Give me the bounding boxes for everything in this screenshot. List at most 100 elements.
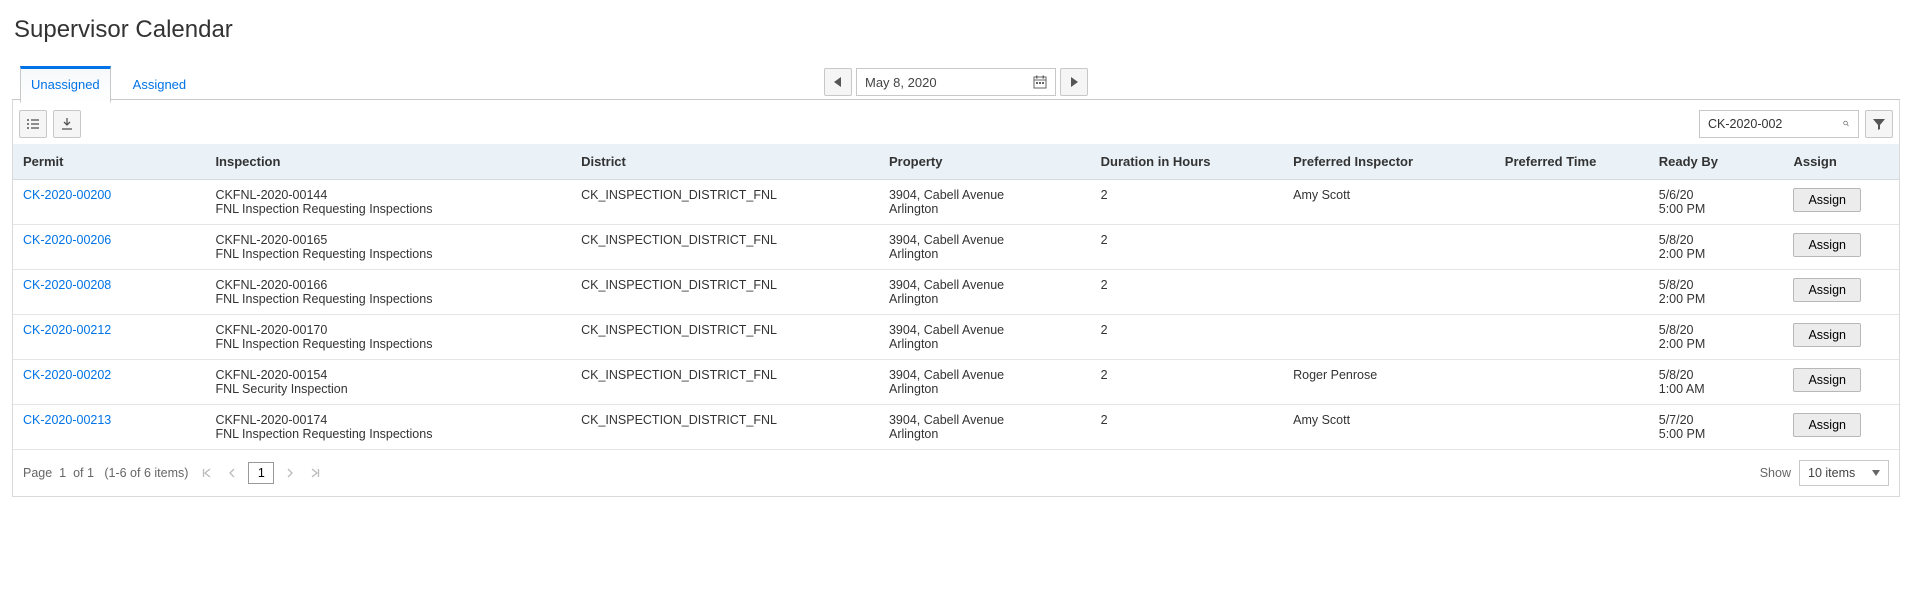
table-row: CK-2020-00213CKFNL-2020-00174FNL Inspect… <box>13 405 1899 450</box>
pager-next-button[interactable] <box>282 468 298 478</box>
preferred-time-cell <box>1495 315 1649 360</box>
date-field[interactable]: May 8, 2020 <box>856 68 1056 96</box>
list-toggle-button[interactable] <box>19 110 47 138</box>
tab-unassigned[interactable]: Unassigned <box>20 66 111 103</box>
permit-link[interactable]: CK-2020-00213 <box>23 413 111 427</box>
download-button[interactable] <box>53 110 81 138</box>
col-district[interactable]: District <box>571 144 879 180</box>
toolbar <box>13 100 1899 144</box>
col-property[interactable]: Property <box>879 144 1091 180</box>
col-duration[interactable]: Duration in Hours <box>1091 144 1283 180</box>
inspection-id: CKFNL-2020-00174 <box>215 413 561 427</box>
assign-button[interactable]: Assign <box>1793 368 1861 392</box>
table-header-row: Permit Inspection District Property Dura… <box>13 144 1899 180</box>
date-prev-button[interactable] <box>824 68 852 96</box>
assign-button[interactable]: Assign <box>1793 188 1861 212</box>
ready-date: 5/7/20 <box>1659 413 1774 427</box>
ready-date: 5/8/20 <box>1659 278 1774 292</box>
inspection-type: FNL Inspection Requesting Inspections <box>215 247 561 261</box>
topbar: Unassigned Assigned May 8, 2020 <box>12 66 1900 100</box>
filter-button[interactable] <box>1865 110 1893 138</box>
preferred-time-cell <box>1495 270 1649 315</box>
ready-date: 5/8/20 <box>1659 368 1774 382</box>
date-next-button[interactable] <box>1060 68 1088 96</box>
property-line2: Arlington <box>889 247 1081 261</box>
col-permit[interactable]: Permit <box>13 144 205 180</box>
duration-cell: 2 <box>1091 315 1283 360</box>
inspection-id: CKFNL-2020-00154 <box>215 368 561 382</box>
property-line1: 3904, Cabell Avenue <box>889 233 1081 247</box>
inspection-type: FNL Inspection Requesting Inspections <box>215 292 561 306</box>
download-icon <box>60 117 74 131</box>
col-ready-by[interactable]: Ready By <box>1649 144 1784 180</box>
permit-link[interactable]: CK-2020-00200 <box>23 188 111 202</box>
property-line2: Arlington <box>889 427 1081 441</box>
permit-link[interactable]: CK-2020-00208 <box>23 278 111 292</box>
pager-prev-button[interactable] <box>224 468 240 478</box>
preferred-time-cell <box>1495 360 1649 405</box>
pager-last-button[interactable] <box>306 468 324 478</box>
preferred-time-cell <box>1495 180 1649 225</box>
triangle-down-icon <box>1872 470 1880 476</box>
tab-assigned[interactable]: Assigned <box>129 66 190 102</box>
assign-button[interactable]: Assign <box>1793 323 1861 347</box>
page-size-dropdown[interactable]: 10 items <box>1799 460 1889 486</box>
district-cell: CK_INSPECTION_DISTRICT_FNL <box>571 315 879 360</box>
date-nav: May 8, 2020 <box>824 68 1088 96</box>
permit-link[interactable]: CK-2020-00202 <box>23 368 111 382</box>
col-inspection[interactable]: Inspection <box>205 144 571 180</box>
funnel-icon <box>1872 117 1886 131</box>
inspection-id: CKFNL-2020-00144 <box>215 188 561 202</box>
district-cell: CK_INSPECTION_DISTRICT_FNL <box>571 405 879 450</box>
property-line2: Arlington <box>889 292 1081 306</box>
pager-page-input[interactable] <box>248 462 274 484</box>
preferred-inspector-cell: Amy Scott <box>1283 405 1495 450</box>
list-icon <box>26 117 40 131</box>
first-icon <box>202 468 212 478</box>
property-line2: Arlington <box>889 202 1081 216</box>
property-line1: 3904, Cabell Avenue <box>889 368 1081 382</box>
assign-button[interactable]: Assign <box>1793 233 1861 257</box>
table-row: CK-2020-00212 CKFNL-2020-00170FNL Inspect… <box>13 315 1899 360</box>
inspection-type: FNL Inspection Requesting Inspections <box>215 202 561 216</box>
col-preferred-time[interactable]: Preferred Time <box>1495 144 1649 180</box>
duration-cell: 2 <box>1091 360 1283 405</box>
district-cell: CK_INSPECTION_DISTRICT_FNL <box>571 180 879 225</box>
search-icon <box>1843 117 1849 130</box>
calendar-icon <box>1033 75 1047 89</box>
date-value: May 8, 2020 <box>865 75 937 90</box>
assign-button[interactable]: Assign <box>1793 413 1861 437</box>
ready-date: 5/8/20 <box>1659 233 1774 247</box>
pager-first-button[interactable] <box>198 468 216 478</box>
col-assign[interactable]: Assign <box>1783 144 1899 180</box>
pager-controls <box>198 462 324 484</box>
inspection-id: CKFNL-2020-00165 <box>215 233 561 247</box>
duration-cell: 2 <box>1091 225 1283 270</box>
inspection-type: FNL Inspection Requesting Inspections <box>215 337 561 351</box>
col-preferred-inspector[interactable]: Preferred Inspector <box>1283 144 1495 180</box>
chevron-left-icon <box>228 468 236 478</box>
district-cell: CK_INSPECTION_DISTRICT_FNL <box>571 270 879 315</box>
preferred-time-cell <box>1495 225 1649 270</box>
search-input[interactable] <box>1699 110 1859 138</box>
permit-link[interactable]: CK-2020-00212 <box>23 323 111 337</box>
chevron-right-icon <box>286 468 294 478</box>
ready-time: 2:00 PM <box>1659 337 1774 351</box>
table-row: CK-2020-00206 CKFNL-2020-00165FNL Inspect… <box>13 225 1899 270</box>
preferred-inspector-cell: Amy Scott <box>1283 180 1495 225</box>
preferred-time-cell <box>1495 405 1649 450</box>
triangle-right-icon <box>1070 77 1078 87</box>
district-cell: CK_INSPECTION_DISTRICT_FNL <box>571 225 879 270</box>
property-line2: Arlington <box>889 337 1081 351</box>
permit-link[interactable]: CK-2020-00206 <box>23 233 111 247</box>
district-cell: CK_INSPECTION_DISTRICT_FNL <box>571 360 879 405</box>
preferred-inspector-cell <box>1283 315 1495 360</box>
search-button[interactable] <box>1837 114 1855 132</box>
page-title: Supervisor Calendar <box>14 16 1898 44</box>
inspection-type: FNL Security Inspection <box>215 382 561 396</box>
ready-date: 5/8/20 <box>1659 323 1774 337</box>
duration-cell: 2 <box>1091 405 1283 450</box>
assign-button[interactable]: Assign <box>1793 278 1861 302</box>
property-line1: 3904, Cabell Avenue <box>889 188 1081 202</box>
inspection-id: CKFNL-2020-00170 <box>215 323 561 337</box>
